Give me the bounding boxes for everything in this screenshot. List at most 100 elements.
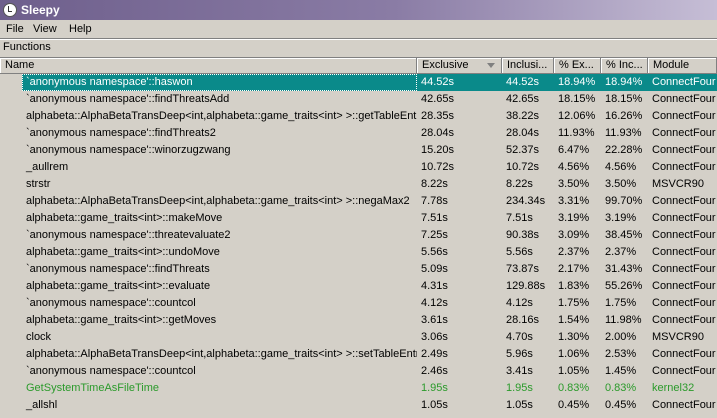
cell-pct-inc: 31.43% xyxy=(605,263,643,275)
cell-name: `anonymous namespace'::findThreats xyxy=(26,263,210,275)
cell-name: strstr xyxy=(26,178,51,190)
table-row[interactable]: _aullrem 10.72s 10.72s 4.56% 4.56% ConnectFou… xyxy=(0,159,717,176)
cell-exclusive: 4.12s xyxy=(421,297,448,309)
cell-pct-inc: 18.94% xyxy=(605,76,643,88)
cell-exclusive: 42.65s xyxy=(421,93,455,105)
cell-pct-ex: 1.83% xyxy=(558,280,590,292)
cell-exclusive: 3.61s xyxy=(421,314,448,326)
menu-bar: File View Help xyxy=(0,20,717,38)
table-row[interactable]: GetSystemTimeAsFileTime 1.95s 1.95s 0.83% 0.… xyxy=(0,380,717,397)
cell-pct-ex: 1.75% xyxy=(558,297,590,309)
cell-inclusive: 3.41s xyxy=(506,365,533,377)
cell-name: `anonymous namespace'::countcol xyxy=(26,297,196,309)
column-header-exclusive[interactable]: Exclusive xyxy=(417,58,502,74)
cell-module: ConnectFour xyxy=(652,348,716,360)
cell-name: GetSystemTimeAsFileTime xyxy=(26,382,160,394)
functions-list[interactable]: Name Exclusive Inclusi... % Ex... % Inc.… xyxy=(0,57,717,418)
table-row[interactable]: `anonymous namespace'::findThreats 5.09s 7… xyxy=(0,261,717,278)
menu-file[interactable]: File xyxy=(6,22,24,36)
cell-name: alphabeta::AlphaBetaTransDeep<int,alphab… xyxy=(26,195,410,207)
cell-name: alphabeta::AlphaBetaTransDeep<int,alphab… xyxy=(26,110,417,122)
cell-name: `anonymous namespace'::threatevaluate2 xyxy=(26,229,231,241)
cell-inclusive: 42.65s xyxy=(506,93,540,105)
cell-pct-inc: 38.45% xyxy=(605,229,643,241)
cell-exclusive: 5.09s xyxy=(421,263,448,275)
cell-module: ConnectFour xyxy=(652,314,716,326)
table-row[interactable]: alphabeta::game_traits<int>::undoMove 5.5… xyxy=(0,244,717,261)
cell-exclusive: 2.49s xyxy=(421,348,448,360)
cell-module: ConnectFour xyxy=(652,399,716,411)
cell-exclusive: 2.46s xyxy=(421,365,448,377)
column-header-pct-inclusive[interactable]: % Inc... xyxy=(601,58,648,74)
cell-name: _aullrem xyxy=(26,161,69,173)
column-header-pct-exclusive-label: % Ex... xyxy=(559,59,594,71)
table-row[interactable]: alphabeta::game_traits<int>::evaluate 4.3… xyxy=(0,278,717,295)
cell-inclusive: 5.56s xyxy=(506,246,533,258)
table-row[interactable]: `anonymous namespace'::findThreatsAdd 42.… xyxy=(0,91,717,108)
table-row[interactable]: alphabeta::AlphaBetaTransDeep<int,alphab… xyxy=(0,108,717,125)
column-header-name[interactable]: Name xyxy=(0,58,417,74)
menu-help[interactable]: Help xyxy=(69,22,92,36)
cell-module: MSVCR90 xyxy=(652,331,704,343)
cell-inclusive: 5.96s xyxy=(506,348,533,360)
table-row[interactable]: `anonymous namespace'::findThreats2 28.04… xyxy=(0,125,717,142)
title-bar[interactable]: Sleepy xyxy=(0,0,717,20)
table-row[interactable]: `anonymous namespace'::countcol 4.12s 4.12… xyxy=(0,295,717,312)
cell-exclusive: 4.31s xyxy=(421,280,448,292)
column-header-pct-exclusive[interactable]: % Ex... xyxy=(554,58,601,74)
cell-exclusive: 28.04s xyxy=(421,127,455,139)
table-row[interactable]: `anonymous namespace'::haswon 44.52s 44.52… xyxy=(0,74,717,91)
cell-pct-inc: 2.37% xyxy=(605,246,637,258)
table-row[interactable]: alphabeta::AlphaBetaTransDeep<int,alphab… xyxy=(0,346,717,363)
table-row[interactable]: alphabeta::AlphaBetaTransDeep<int,alphab… xyxy=(0,193,717,210)
cell-module: ConnectFour xyxy=(652,195,716,207)
cell-inclusive: 4.12s xyxy=(506,297,533,309)
cell-exclusive: 3.06s xyxy=(421,331,448,343)
menu-view[interactable]: View xyxy=(33,22,57,36)
column-header-module[interactable]: Module xyxy=(648,58,717,74)
cell-module: ConnectFour xyxy=(652,161,716,173)
cell-pct-inc: 0.83% xyxy=(605,382,637,394)
cell-name: clock xyxy=(26,331,52,343)
table-row[interactable]: `anonymous namespace'::threatevaluate2 7.… xyxy=(0,227,717,244)
cell-inclusive: 73.87s xyxy=(506,263,540,275)
cell-module: ConnectFour xyxy=(652,110,716,122)
table-row[interactable]: strstr 8.22s 8.22s 3.50% 3.50% MSVCR90 xyxy=(0,176,717,193)
table-row[interactable]: `anonymous namespace'::countcol 2.46s 3.41… xyxy=(0,363,717,380)
cell-name: `anonymous namespace'::findThreats2 xyxy=(26,127,216,139)
cell-pct-ex: 6.47% xyxy=(558,144,590,156)
cell-pct-ex: 2.17% xyxy=(558,263,590,275)
column-header-pct-inclusive-label: % Inc... xyxy=(606,59,643,71)
table-row[interactable]: _allshl 1.05s 1.05s 0.45% 0.45% ConnectFour xyxy=(0,397,717,414)
cell-exclusive: 7.78s xyxy=(421,195,448,207)
table-row[interactable]: alphabeta::game_traits<int>::makeMove 7.5… xyxy=(0,210,717,227)
column-header-inclusive[interactable]: Inclusi... xyxy=(502,58,554,74)
table-row[interactable]: `anonymous namespace'::winorzugzwang 15.2… xyxy=(0,142,717,159)
cell-inclusive: 28.16s xyxy=(506,314,540,326)
window-title: Sleepy xyxy=(21,3,60,17)
column-header-name-label: Name xyxy=(5,59,35,71)
cell-inclusive: 44.52s xyxy=(506,76,540,88)
app-clock-icon[interactable] xyxy=(3,3,17,17)
cell-inclusive: 1.05s xyxy=(506,399,533,411)
cell-pct-ex: 3.50% xyxy=(558,178,590,190)
cell-module: ConnectFour xyxy=(652,127,716,139)
cell-pct-ex: 3.09% xyxy=(558,229,590,241)
cell-pct-ex: 1.06% xyxy=(558,348,590,360)
cell-pct-ex: 0.45% xyxy=(558,399,590,411)
cell-name: alphabeta::AlphaBetaTransDeep<int,alphab… xyxy=(26,348,417,360)
table-row[interactable]: clock 3.06s 4.70s 1.30% 2.00% MSVCR90 xyxy=(0,329,717,346)
cell-pct-ex: 18.15% xyxy=(558,93,596,105)
cell-exclusive: 10.72s xyxy=(421,161,455,173)
cell-exclusive: 8.22s xyxy=(421,178,448,190)
cell-module: ConnectFour xyxy=(652,144,716,156)
menu-divider-highlight xyxy=(0,39,717,40)
cell-name: alphabeta::game_traits<int>::makeMove xyxy=(26,212,223,224)
cell-pct-inc: 0.45% xyxy=(605,399,637,411)
cell-module: ConnectFour xyxy=(652,76,716,88)
cell-inclusive: 1.95s xyxy=(506,382,533,394)
table-row[interactable]: alphabeta::game_traits<int>::getMoves 3.6… xyxy=(0,312,717,329)
cell-exclusive: 15.20s xyxy=(421,144,455,156)
cell-pct-ex: 1.05% xyxy=(558,365,590,377)
cell-module: kernel32 xyxy=(652,382,695,394)
